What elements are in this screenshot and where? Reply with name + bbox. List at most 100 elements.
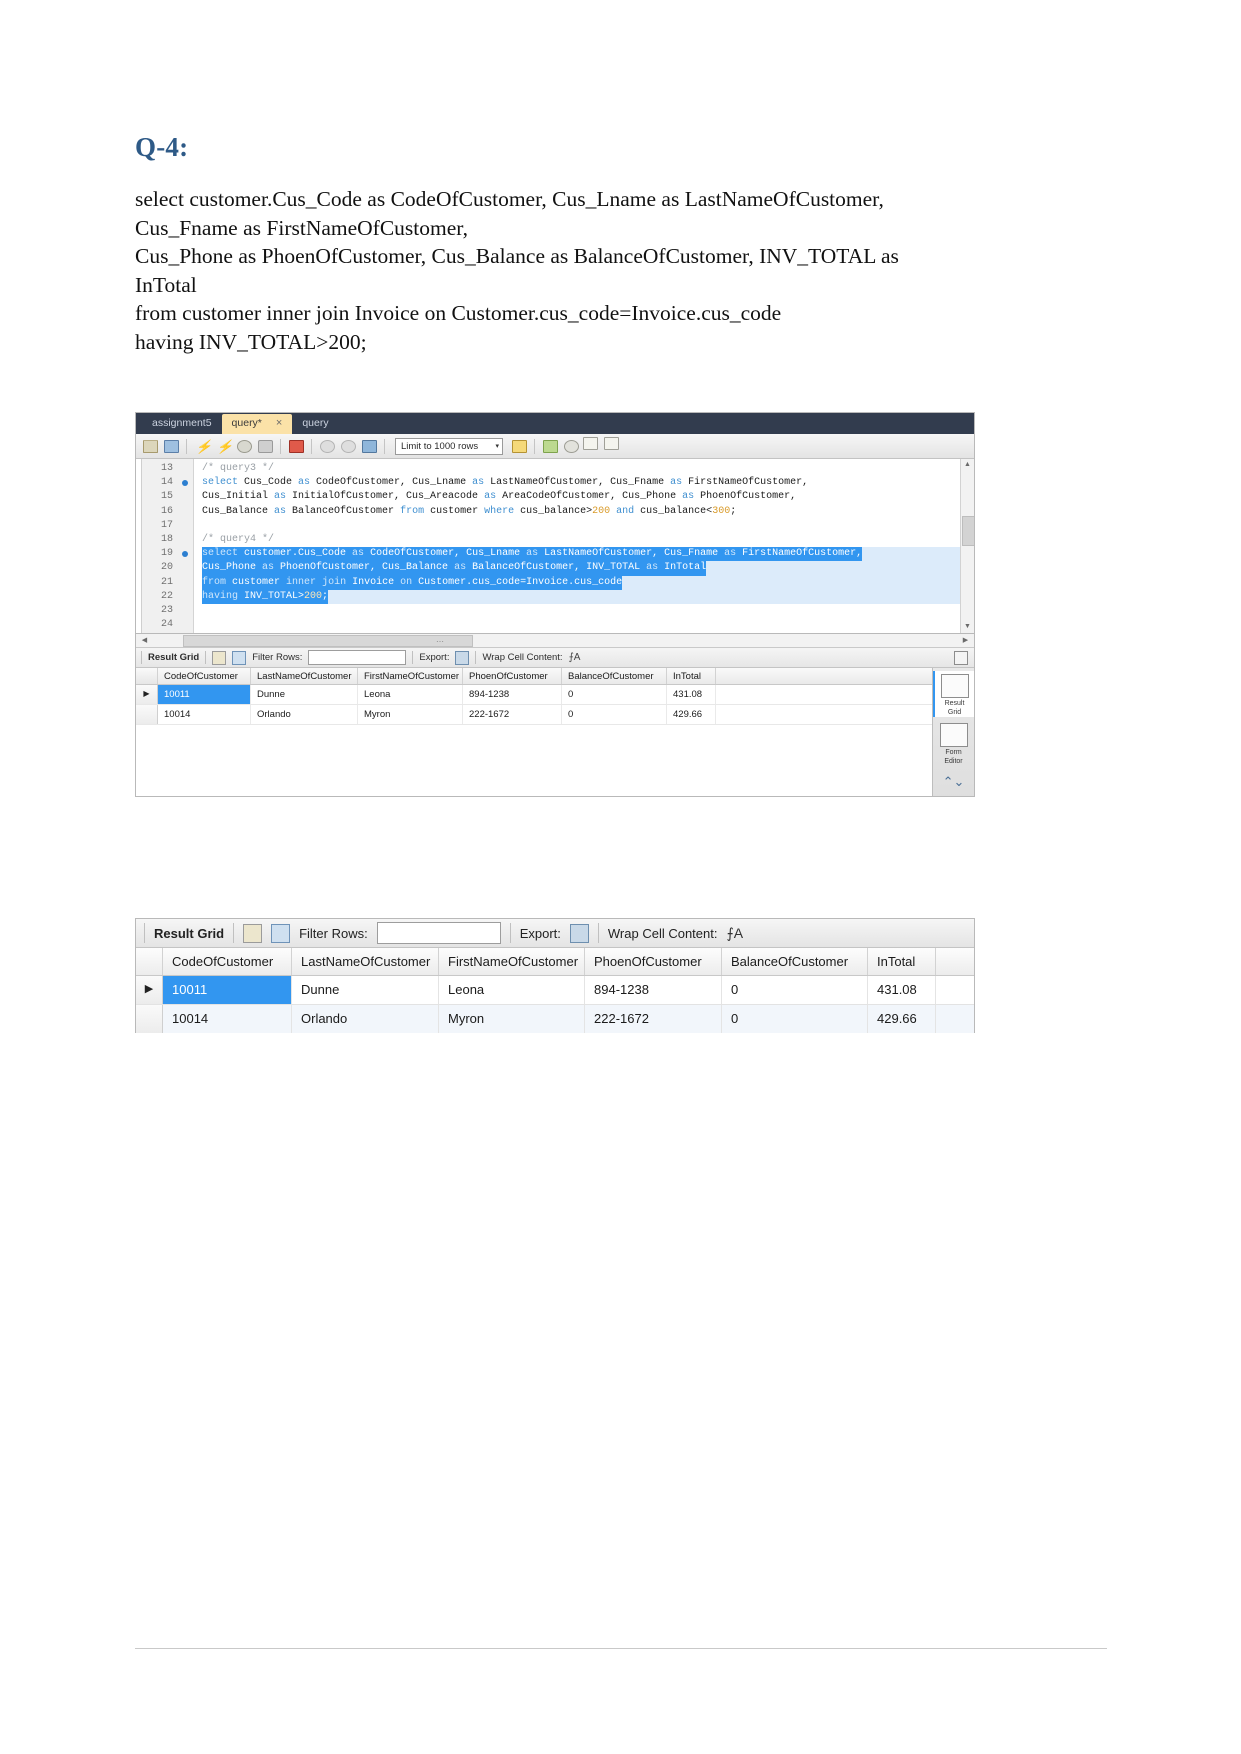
toggle-breakpoint-icon[interactable] xyxy=(287,437,305,455)
execute-icon[interactable]: ⚡ xyxy=(193,437,212,455)
table-cell[interactable]: Leona xyxy=(439,976,585,1004)
find-icon[interactable] xyxy=(562,437,580,455)
refresh-icon[interactable] xyxy=(232,650,247,665)
editor-code-area[interactable]: /* query3 */ select Cus_Code as CodeOfCus… xyxy=(194,459,974,633)
side-panel-form-editor[interactable]: Form Editor xyxy=(935,723,973,766)
save-icon[interactable] xyxy=(162,437,180,455)
table-cell[interactable]: 222-1672 xyxy=(585,1005,722,1033)
table-cell[interactable]: 429.66 xyxy=(868,1005,936,1033)
wrap-lines-icon[interactable] xyxy=(604,437,622,455)
column-header[interactable]: PhoenOfCustomer xyxy=(463,668,562,684)
close-icon[interactable]: × xyxy=(276,418,282,429)
editor-vertical-scrollbar[interactable]: ▲ ▼ xyxy=(960,459,974,633)
open-folder-icon[interactable] xyxy=(141,437,159,455)
table-cell[interactable]: 10014 xyxy=(163,1005,292,1033)
table-cell[interactable]: Myron xyxy=(358,705,463,724)
splitter-grip-icon[interactable]: ⋯ xyxy=(436,637,444,646)
execute-current-statement-icon[interactable]: ⚡ xyxy=(214,437,233,455)
row-selector-cell[interactable] xyxy=(136,1005,163,1033)
table-cell[interactable]: 894-1238 xyxy=(585,976,722,1004)
table-row[interactable]: 10014 Orlando Myron 222-1672 0 429.66 xyxy=(136,705,932,725)
stop-icon[interactable] xyxy=(256,437,274,455)
table-cell[interactable]: Orlando xyxy=(251,705,358,724)
row-selector-cell[interactable]: ▶ xyxy=(136,685,158,704)
sql-comment: /* query3 */ xyxy=(202,463,275,474)
table-cell[interactable]: 894-1238 xyxy=(463,685,562,704)
scrollbar-thumb-horizontal[interactable] xyxy=(183,635,473,647)
column-header[interactable]: CodeOfCustomer xyxy=(158,668,251,684)
sql-text: LastNameOfCustomer, Cus_Fname xyxy=(484,477,671,489)
rollback-icon[interactable] xyxy=(339,437,357,455)
table-cell[interactable]: 0 xyxy=(722,976,868,1004)
table-cell[interactable]: Myron xyxy=(439,1005,585,1033)
side-panel-result-grid[interactable]: Result Grid xyxy=(932,671,974,717)
filter-rows-input[interactable] xyxy=(308,650,407,665)
table-cell[interactable]: 0 xyxy=(562,685,667,704)
table-row[interactable]: ▶ 10011 Dunne Leona 894-1238 0 431.08 xyxy=(136,976,974,1005)
column-header[interactable]: InTotal xyxy=(868,948,936,975)
table-cell[interactable]: 10014 xyxy=(158,705,251,724)
column-header[interactable]: LastNameOfCustomer xyxy=(251,668,358,684)
table-cell[interactable]: 431.08 xyxy=(667,685,716,704)
tab-assignment5[interactable]: assignment5 xyxy=(142,414,222,434)
scroll-right-icon[interactable]: ▶ xyxy=(959,634,972,647)
line-number: 24 xyxy=(160,619,173,631)
table-cell[interactable]: Leona xyxy=(358,685,463,704)
table-cell[interactable]: Dunne xyxy=(292,976,439,1004)
table-cell[interactable]: 10011 xyxy=(163,976,292,1004)
row-selector-cell[interactable]: ▶ xyxy=(136,976,163,1004)
toggle-invisible-characters-icon[interactable] xyxy=(583,437,601,455)
table-cell[interactable]: Dunne xyxy=(251,685,358,704)
sql-text: Cus_Balance xyxy=(202,505,275,517)
filter-rows-input-zoom[interactable] xyxy=(376,922,501,944)
editor-horizontal-scrollbar[interactable]: ◀ ⋯ ▶ xyxy=(136,634,974,648)
column-header[interactable]: BalanceOfCustomer xyxy=(562,668,667,684)
commit-icon[interactable] xyxy=(318,437,336,455)
column-header[interactable]: CodeOfCustomer xyxy=(163,948,292,975)
chevron-down-icon: ▾ xyxy=(495,443,499,450)
table-cell[interactable]: 10011 xyxy=(158,685,251,704)
column-header[interactable]: BalanceOfCustomer xyxy=(722,948,868,975)
table-cell[interactable]: 0 xyxy=(722,1005,868,1033)
scrollbar-thumb[interactable] xyxy=(962,516,974,546)
tab-query[interactable]: query xyxy=(292,414,338,434)
column-header[interactable]: LastNameOfCustomer xyxy=(292,948,439,975)
grid-view-icon[interactable] xyxy=(243,923,263,943)
wrap-cell-content-icon[interactable]: ⨍A xyxy=(569,652,581,663)
refresh-icon[interactable] xyxy=(271,923,291,943)
table-cell[interactable]: 429.66 xyxy=(667,705,716,724)
side-panel-form-editor-label-2: Editor xyxy=(944,757,963,765)
maximize-result-panel-icon[interactable] xyxy=(954,651,968,665)
result-grid-table-zoom[interactable]: CodeOfCustomer LastNameOfCustomer FirstNam… xyxy=(136,948,974,1033)
column-header[interactable]: PhoenOfCustomer xyxy=(585,948,722,975)
column-header[interactable]: FirstNameOfCustomer xyxy=(439,948,585,975)
table-cell[interactable]: 222-1672 xyxy=(463,705,562,724)
sql-editor-toolbar: ⚡ ⚡ Limit to 1000 rows ▾ xyxy=(136,434,974,459)
row-selector-cell[interactable] xyxy=(136,705,158,724)
tab-query-active[interactable]: query* × xyxy=(221,414,293,434)
table-row[interactable]: ▶ 10011 Dunne Leona 894-1238 0 431.08 xyxy=(136,685,932,705)
scroll-down-icon[interactable]: ▼ xyxy=(961,621,974,633)
table-cell[interactable]: Orlando xyxy=(292,1005,439,1033)
beautify-icon[interactable] xyxy=(510,437,528,455)
table-row[interactable]: 10014 Orlando Myron 222-1672 0 429.66 xyxy=(136,1005,974,1033)
export-icon[interactable] xyxy=(569,923,589,943)
result-grid-table[interactable]: CodeOfCustomer LastNameOfCustomer FirstNam… xyxy=(136,668,932,796)
wrap-cell-content-icon[interactable]: ⨍A xyxy=(726,925,743,942)
scroll-left-icon[interactable]: ◀ xyxy=(138,634,151,647)
sql-editor[interactable]: 13 14 15 16 17 18 19 20 21 22 23 24 /* query3 */ sel… xyxy=(136,459,974,634)
clear-icon[interactable] xyxy=(541,437,559,455)
side-panel-scroll-icon[interactable]: ⌃⌄ xyxy=(943,775,965,788)
column-header[interactable]: FirstNameOfCustomer xyxy=(358,668,463,684)
row-limit-select[interactable]: Limit to 1000 rows ▾ xyxy=(395,437,503,455)
column-header[interactable]: InTotal xyxy=(667,668,716,684)
sql-text: cus_balance> xyxy=(514,505,593,517)
autocommit-icon[interactable] xyxy=(360,437,378,455)
grid-view-icon[interactable] xyxy=(212,650,227,665)
export-icon[interactable] xyxy=(455,650,470,665)
table-cell[interactable]: 0 xyxy=(562,705,667,724)
sql-keyword: on xyxy=(400,576,413,588)
table-cell[interactable]: 431.08 xyxy=(868,976,936,1004)
scroll-up-icon[interactable]: ▲ xyxy=(961,459,974,471)
explain-icon[interactable] xyxy=(235,437,253,455)
